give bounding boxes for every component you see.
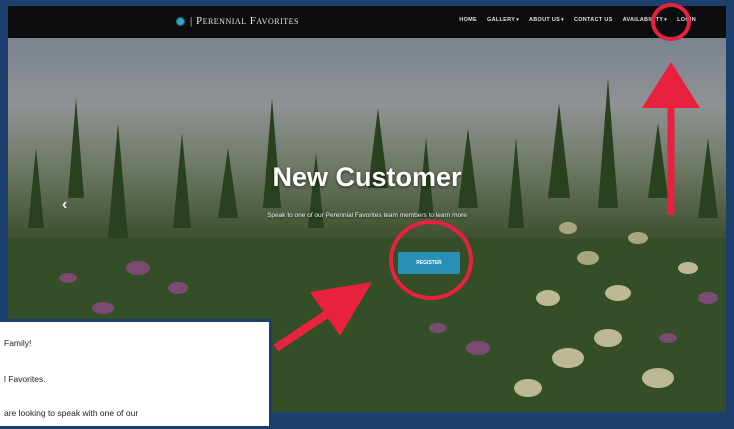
nav-item-gallery[interactable]: GALLERY▾ (487, 17, 519, 23)
nav-menu: HOME GALLERY▾ ABOUT US▾ CONTACT US AVAIL… (459, 17, 696, 23)
register-button[interactable]: REGISTER (398, 252, 460, 274)
caret-down-icon: ▾ (516, 17, 519, 23)
hero-subtitle: Speak to one of our Perennial Favorites … (267, 212, 467, 219)
caret-down-icon: ▾ (664, 17, 668, 23)
nav-item-login[interactable]: LOGIN (677, 17, 696, 23)
nav-item-availability[interactable]: AVAILABILITY▾ (623, 17, 667, 23)
hero-title: New Customer (272, 162, 462, 192)
caret-down-icon: ▾ (561, 17, 564, 23)
panel-text-line: l Favorites. (4, 374, 46, 384)
nav-item-contact-us[interactable]: CONTACT US (574, 17, 613, 23)
chat-popup-panel: Family! l Favorites. are looking to spea… (0, 319, 272, 429)
logo-text: | Perennial Favorites (190, 15, 299, 27)
flower-icon (176, 16, 185, 26)
nav-item-home[interactable]: HOME (459, 17, 477, 23)
nav-item-about-us[interactable]: ABOUT US▾ (529, 17, 564, 23)
top-navbar: | Perennial Favorites HOME GALLERY▾ ABOU… (8, 6, 726, 38)
panel-text-line: Family! (4, 338, 32, 348)
panel-text-line: are looking to speak with one of our (4, 408, 139, 418)
site-logo[interactable]: | Perennial Favorites (176, 15, 299, 27)
